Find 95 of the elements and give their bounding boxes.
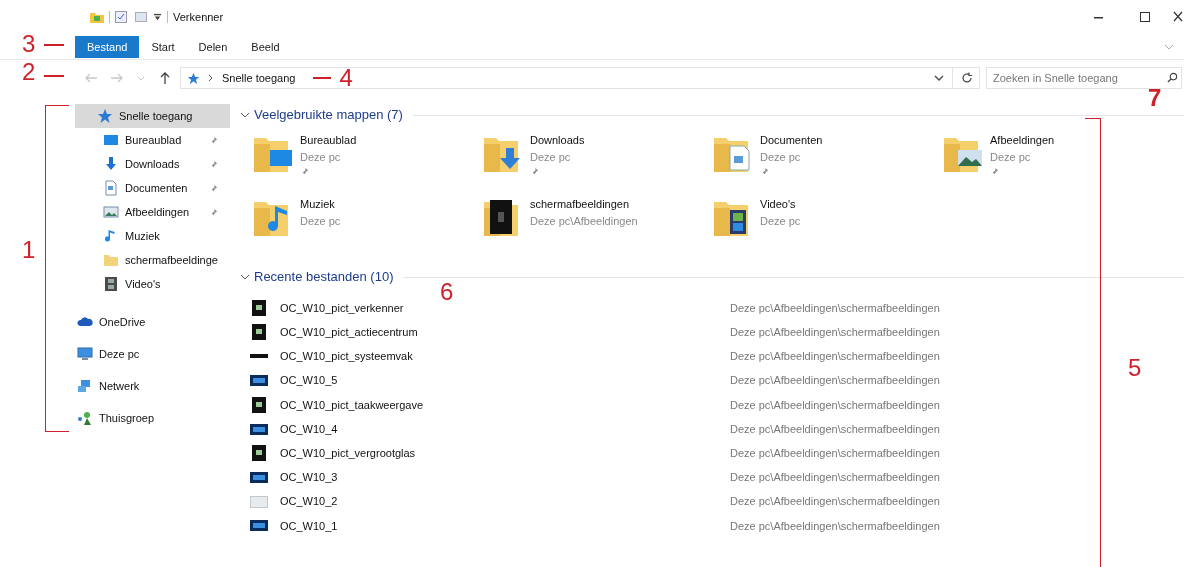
annotation-number: 2: [22, 60, 36, 84]
file-name[interactable]: OC_W10_pict_actiecentrum: [268, 324, 730, 341]
thumbnail-icon: [250, 520, 268, 532]
file-name[interactable]: OC_W10_2: [268, 493, 730, 510]
section-title[interactable]: Veelgebruikte mappen (7): [254, 105, 403, 125]
annotation-number: 3: [22, 32, 36, 56]
window-title: Verkenner: [173, 9, 224, 25]
folder-name[interactable]: Afbeeldingen: [990, 132, 1055, 149]
thumbnail-icon: [250, 471, 268, 483]
section-title[interactable]: Recente bestanden (10): [254, 267, 394, 287]
folder-location: Deze pc: [530, 149, 572, 165]
nav-item[interactable]: Afbeeldingen: [75, 200, 230, 224]
file-location: Deze pc\Afbeeldingen\schermafbeeldingen: [730, 445, 940, 461]
folder-location: Deze pc: [760, 149, 802, 165]
file-name[interactable]: OC_W10_4: [268, 420, 730, 438]
homegroup-icon: [77, 410, 93, 426]
nav-item[interactable]: Downloads: [75, 152, 230, 176]
document-icon: [103, 180, 119, 196]
folder-name[interactable]: Muziek: [300, 196, 341, 213]
file-location: Deze pc\Afbeeldingen\schermafbeeldingen: [730, 518, 940, 534]
ribbon-tab[interactable]: Delen: [186, 35, 240, 58]
film-icon: [103, 276, 119, 292]
leader-line: [44, 75, 64, 77]
file-location: Deze pc\Afbeeldingen\schermafbeeldingen: [730, 325, 940, 341]
chevron-right-icon: [208, 74, 214, 82]
folder-location: Deze pc: [760, 213, 801, 229]
nav-item[interactable]: Video's: [75, 272, 230, 296]
computer-icon: [77, 346, 93, 362]
folder-location: Deze pc\Afbeeldingen: [530, 213, 638, 229]
monitor-icon: [103, 132, 119, 148]
chevron-down-icon[interactable]: [240, 110, 250, 120]
file-location: Deze pc\Afbeeldingen\schermafbeeldingen: [730, 373, 940, 389]
file-location: Deze pc\Afbeeldingen\schermafbeeldingen: [730, 470, 940, 486]
nav-item[interactable]: Documenten: [75, 176, 230, 200]
annotation-number: 4: [339, 68, 353, 88]
caret-icon[interactable]: [153, 12, 162, 22]
nav-item[interactable]: Deze pc: [75, 338, 230, 370]
thumbnail-icon: [250, 354, 268, 359]
folder-name[interactable]: Bureaublad: [300, 132, 357, 149]
star-icon: [187, 71, 200, 85]
search-field[interactable]: Zoeken in Snelle toegang: [986, 67, 1182, 89]
nav-item[interactable]: Thuisgroep: [75, 402, 230, 434]
thumbnail-icon: [250, 495, 268, 508]
file-location: Deze pc\Afbeeldingen\schermafbeeldingen: [730, 300, 940, 316]
file-name[interactable]: OC_W10_pict_taakweergave: [268, 396, 730, 414]
file-name[interactable]: OC_W10_pict_systeemvak: [268, 348, 730, 365]
star-icon: [97, 108, 113, 124]
refresh-icon[interactable]: [961, 72, 973, 84]
annotation-number: 1: [22, 238, 36, 262]
nav-item[interactable]: Snelle toegang: [75, 104, 230, 128]
file-name[interactable]: OC_W10_pict_vergrootglas: [268, 444, 730, 462]
ribbon-tab[interactable]: Start: [139, 35, 187, 58]
new-folder-icon: [135, 11, 147, 23]
chevron-down-icon[interactable]: [934, 75, 944, 81]
leader-line: [313, 77, 332, 79]
thumbnail-icon: [252, 300, 266, 317]
file-name[interactable]: OC_W10_3: [268, 469, 730, 486]
folder-icon: [90, 11, 104, 23]
ribbon-tab[interactable]: Bestand: [75, 35, 140, 58]
thumbnail-icon: [252, 324, 266, 341]
down-arrow-icon: [103, 156, 119, 172]
network-icon: [77, 378, 93, 394]
properties-icon: [115, 11, 127, 23]
file-name[interactable]: OC_W10_5: [268, 372, 730, 389]
file-name[interactable]: OC_W10_1: [268, 517, 730, 535]
file-location: Deze pc\Afbeeldingen\schermafbeeldingen: [730, 397, 940, 413]
annotation-number: 5: [1128, 356, 1142, 380]
file-location: Deze pc\Afbeeldingen\schermafbeeldingen: [730, 349, 940, 365]
folder-location: Deze pc: [300, 149, 342, 165]
thumbnail-icon: [252, 396, 266, 413]
file-location: Deze pc\Afbeeldingen\schermafbeeldingen: [730, 494, 940, 510]
nav-item[interactable]: Bureaublad: [75, 128, 230, 152]
folder-name[interactable]: Video's: [760, 196, 801, 213]
up-arrow-icon[interactable]: [158, 71, 172, 85]
thumbnail-icon: [250, 375, 268, 387]
nav-item[interactable]: OneDrive: [75, 306, 230, 338]
folder-name[interactable]: Documenten: [760, 132, 823, 149]
search-icon: [1167, 72, 1178, 83]
picture-icon: [103, 204, 119, 220]
leader-line: [44, 44, 64, 46]
nav-item[interactable]: schermafbeeldinge: [75, 248, 230, 272]
folder-location: Deze pc: [300, 213, 341, 229]
annotation-number: 7: [1148, 86, 1162, 110]
folder-icon: [103, 252, 119, 268]
thumbnail-icon: [250, 423, 268, 435]
chevron-down-icon[interactable]: [240, 272, 250, 282]
folder-name[interactable]: Downloads: [530, 132, 585, 149]
thumbnail-icon: [252, 445, 266, 462]
nav-item[interactable]: Netwerk: [75, 370, 230, 402]
nav-item[interactable]: Muziek: [75, 224, 230, 248]
address-field[interactable]: Snelle toegang 4: [180, 67, 980, 89]
ribbon-tab[interactable]: Beeld: [239, 35, 292, 58]
folder-location: Deze pc: [990, 149, 1032, 165]
file-location: Deze pc\Afbeeldingen\schermafbeeldingen: [730, 421, 940, 437]
folder-name[interactable]: schermafbeeldingen: [530, 196, 638, 213]
